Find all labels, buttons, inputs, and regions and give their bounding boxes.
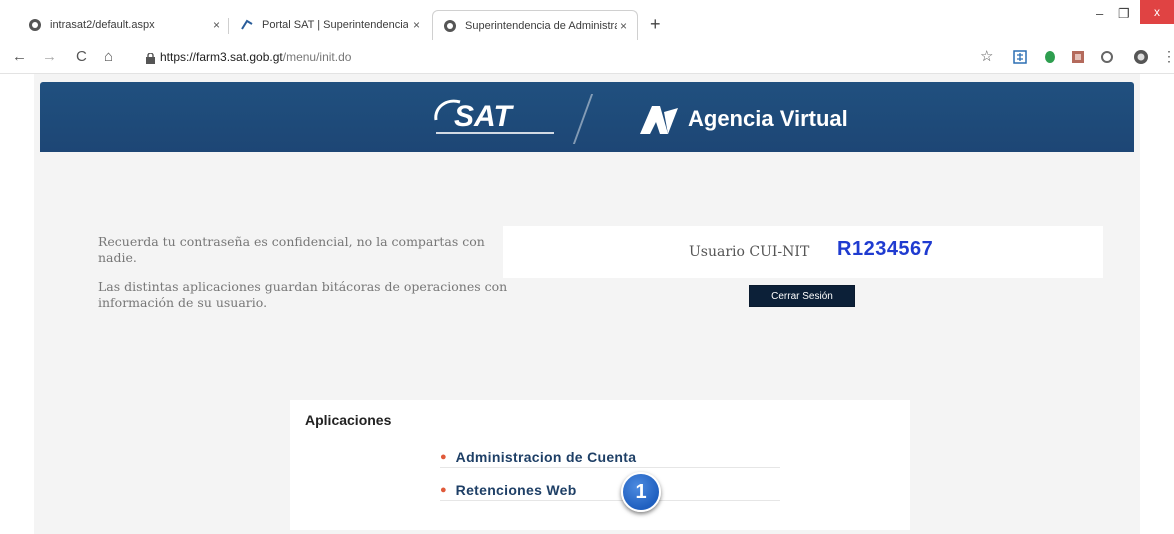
step-number-badge: 1 <box>621 472 661 512</box>
audit-notice: Las distintas aplicaciones guardan bitác… <box>98 279 508 310</box>
app-link-retenciones-web[interactable]: ● Retenciones Web <box>440 479 780 501</box>
new-tab-button[interactable]: + <box>650 14 661 35</box>
globe-icon <box>28 18 42 32</box>
minimize-button[interactable]: – <box>1096 6 1103 21</box>
url-path: /menu/init.do <box>282 50 352 64</box>
close-icon[interactable]: × <box>413 18 420 32</box>
profile-avatar-icon[interactable] <box>1134 50 1148 64</box>
home-button[interactable]: ⌂ <box>104 48 113 65</box>
sat-logo-text: SAT <box>454 100 514 133</box>
close-icon[interactable]: × <box>213 18 220 32</box>
applications-panel: Aplicaciones ● Administracion de Cuenta … <box>290 400 910 530</box>
browser-toolbar: ← → C ⌂ https://farm3.sat.gob.gt/menu/in… <box>0 40 1174 74</box>
circle-extension-icon[interactable] <box>1100 50 1114 64</box>
agencia-virtual-logo-icon <box>640 106 678 134</box>
agencia-virtual-banner: SAT Agencia Virtual <box>40 82 1134 152</box>
tab-title: intrasat2/default.aspx <box>50 19 155 31</box>
tab-title: Portal SAT | Superintendencia de <box>262 19 408 31</box>
url-host: https://farm3.sat.gob.gt <box>160 50 283 64</box>
forward-button[interactable]: → <box>42 48 57 65</box>
browser-menu-icon[interactable]: ⋮ <box>1162 48 1174 65</box>
password-notice: Recuerda tu contraseña es confidencial, … <box>98 234 485 265</box>
app-link-label: Administracion de Cuenta <box>455 448 637 465</box>
tab-superintendencia-active[interactable]: Superintendencia de Administrac × <box>432 10 638 40</box>
sat-logo-icon: SAT <box>434 99 554 134</box>
bullet-icon: ● <box>440 450 447 463</box>
pdf-extension-icon[interactable] <box>1071 50 1085 64</box>
tab-separator <box>228 18 229 34</box>
logout-button[interactable]: Cerrar Sesión <box>749 285 855 307</box>
applications-title: Aplicaciones <box>305 412 392 428</box>
banner-divider <box>572 94 594 144</box>
address-bar[interactable]: https://farm3.sat.gob.gt/menu/init.do <box>160 50 351 64</box>
tab-title: Superintendencia de Administrac <box>465 19 617 32</box>
translate-extension-icon[interactable] <box>1013 50 1027 64</box>
reload-button[interactable]: C <box>76 48 87 65</box>
user-id: R1234567 <box>837 238 934 260</box>
app-link-label: Retenciones Web <box>455 481 577 498</box>
page-content: SAT Agencia Virtual Recuerda tu contrase… <box>34 74 1140 534</box>
user-label: Usuario CUI-NIT <box>689 244 810 260</box>
lock-icon <box>146 51 155 64</box>
bookmark-star-icon[interactable]: ☆ <box>980 47 993 65</box>
globe-icon <box>443 19 457 33</box>
tab-intrasat[interactable]: intrasat2/default.aspx × <box>18 10 230 40</box>
browser-tab-bar: intrasat2/default.aspx × Portal SAT | Su… <box>0 0 1174 40</box>
restore-button[interactable]: ❐ <box>1118 6 1130 22</box>
sat-favicon-icon <box>240 18 254 32</box>
back-button[interactable]: ← <box>12 48 27 65</box>
green-extension-icon[interactable] <box>1043 50 1057 64</box>
window-close-button[interactable]: x <box>1140 0 1174 24</box>
close-icon[interactable]: × <box>620 19 627 33</box>
tab-portal-sat[interactable]: Portal SAT | Superintendencia de × <box>230 10 430 40</box>
bullet-icon: ● <box>440 483 447 496</box>
user-panel: Usuario CUI-NIT R1234567 <box>503 226 1103 278</box>
banner-title: Agencia Virtual <box>688 106 848 131</box>
app-link-administracion-cuenta[interactable]: ● Administracion de Cuenta <box>440 446 780 468</box>
